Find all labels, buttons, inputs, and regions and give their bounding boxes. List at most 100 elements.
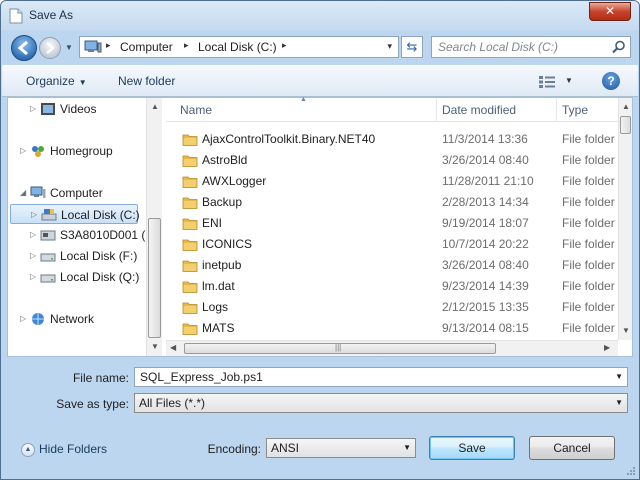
homegroup-icon xyxy=(32,146,44,157)
refresh-button[interactable]: ⇆ xyxy=(401,36,423,58)
encoding-label: Encoding: xyxy=(207,442,261,456)
nav-item-label: Computer xyxy=(50,186,103,200)
table-row[interactable]: AWXLogger 11/28/2011 21:10 File folder xyxy=(166,171,618,192)
file-name-input[interactable] xyxy=(135,368,609,386)
file-date-modified: 3/26/2014 08:40 xyxy=(442,153,529,167)
nav-item-computer[interactable]: ◢ Computer xyxy=(8,183,148,203)
file-list-scroll-thumb[interactable] xyxy=(620,116,631,134)
scroll-down-icon[interactable]: ▼ xyxy=(151,342,159,351)
save-button[interactable]: Save xyxy=(429,436,515,460)
folder-icon xyxy=(182,155,198,167)
table-row[interactable]: ENI 9/19/2014 18:07 File folder xyxy=(166,213,618,234)
nav-item-videos[interactable]: ▷ Videos xyxy=(8,99,148,119)
file-type: File folder xyxy=(562,216,615,230)
expand-arrow-icon[interactable]: ▷ xyxy=(30,99,36,119)
scroll-up-icon[interactable]: ▲ xyxy=(622,102,630,111)
breadcrumb-computer[interactable]: Computer xyxy=(120,40,173,54)
table-row[interactable]: Backup 2/28/2013 14:34 File folder xyxy=(166,192,618,213)
organize-button[interactable]: Organize ▼ xyxy=(26,74,87,88)
file-date-modified: 9/23/2014 14:39 xyxy=(442,279,529,293)
column-divider[interactable] xyxy=(436,98,437,122)
chevron-down-icon[interactable]: ▼ xyxy=(615,372,623,381)
nav-item-label: Videos xyxy=(60,102,97,116)
table-row[interactable]: AstroBld 3/26/2014 08:40 File folder xyxy=(166,150,618,171)
resize-grip-icon[interactable] xyxy=(626,466,636,476)
nav-item-network[interactable]: ▷ Network xyxy=(8,309,148,329)
nav-item-local-disk-f[interactable]: ▷ Local Disk (F:) xyxy=(8,246,148,266)
computer-icon xyxy=(30,186,46,198)
chevron-down-icon[interactable]: ▼ xyxy=(615,398,623,407)
column-header-type[interactable]: Type xyxy=(562,103,588,117)
breadcrumb-separator[interactable]: ▸ xyxy=(282,40,287,51)
encoding-select[interactable]: ANSI ▼ xyxy=(266,438,416,458)
folder-icon xyxy=(182,281,198,293)
cancel-button[interactable]: Cancel xyxy=(529,436,615,460)
forward-button[interactable] xyxy=(39,37,61,59)
folder-icon xyxy=(182,239,198,251)
expand-arrow-icon[interactable]: ▷ xyxy=(20,309,26,329)
scroll-down-icon[interactable]: ▼ xyxy=(622,326,630,335)
document-icon xyxy=(9,8,23,24)
column-header-name[interactable]: Name xyxy=(180,103,212,117)
file-name-combo[interactable]: ▼ xyxy=(134,367,628,387)
breadcrumb-separator[interactable]: ▸ xyxy=(106,40,111,51)
nav-item-local-disk-c[interactable]: ▷ Local Disk (C:) xyxy=(10,204,140,225)
address-dropdown-icon[interactable]: ▾ xyxy=(387,41,392,52)
table-row[interactable]: Logs 2/12/2015 13:35 File folder xyxy=(166,297,618,318)
change-view-icon[interactable] xyxy=(538,75,556,89)
search-icon xyxy=(612,40,625,54)
file-name: inetpub xyxy=(202,258,242,272)
search-box[interactable] xyxy=(431,36,631,58)
nav-scrollbar[interactable]: ▲ ▼ xyxy=(146,98,162,356)
file-type: File folder xyxy=(562,132,615,146)
scroll-left-icon[interactable]: ◀ xyxy=(170,343,176,352)
table-row[interactable]: AjaxControlToolkit.Binary.NET40 11/3/2014… xyxy=(166,129,618,150)
new-folder-button[interactable]: New folder xyxy=(118,74,175,88)
search-input[interactable] xyxy=(432,37,608,57)
close-button[interactable]: ✕ xyxy=(589,2,631,21)
column-header-date[interactable]: Date modified xyxy=(442,103,516,117)
address-bar[interactable]: ▸ Computer ▸ Local Disk (C:) ▸ ▾ xyxy=(79,36,399,58)
expand-arrow-icon[interactable]: ▷ xyxy=(30,225,36,245)
file-type: File folder xyxy=(562,321,615,335)
file-type: File folder xyxy=(562,258,615,272)
file-date-modified: 9/19/2014 18:07 xyxy=(442,216,529,230)
help-icon[interactable]: ? xyxy=(602,72,620,90)
nav-item-label: Homegroup xyxy=(50,144,113,158)
collapse-up-icon: ▲ xyxy=(21,442,35,457)
nav-scroll-thumb[interactable] xyxy=(148,218,161,338)
scroll-up-icon[interactable]: ▲ xyxy=(151,102,159,111)
file-type: File folder xyxy=(562,195,615,209)
collapse-arrow-icon[interactable]: ◢ xyxy=(20,183,26,203)
column-divider[interactable] xyxy=(556,98,557,122)
table-row[interactable]: ICONICS 10/7/2014 20:22 File folder xyxy=(166,234,618,255)
nav-item-removable-e[interactable]: ▷ S3A8010D001 (E xyxy=(8,225,153,245)
file-date-modified: 9/13/2014 08:15 xyxy=(442,321,529,335)
table-row[interactable]: inetpub 3/26/2014 08:40 File folder xyxy=(166,255,618,276)
nav-item-label: S3A8010D001 (E xyxy=(60,228,154,242)
expand-arrow-icon[interactable]: ▷ xyxy=(31,205,37,225)
breadcrumb-local-disk[interactable]: Local Disk (C:) xyxy=(198,40,277,54)
nav-item-label: Local Disk (Q:) xyxy=(60,270,140,284)
scroll-right-icon[interactable]: ▶ xyxy=(604,343,610,352)
expand-arrow-icon[interactable]: ▷ xyxy=(30,246,36,266)
file-list-horizontal-scrollbar[interactable]: ◀ ||| ▶ xyxy=(166,340,618,356)
expand-arrow-icon[interactable]: ▷ xyxy=(20,141,26,161)
views-dropdown-icon[interactable]: ▼ xyxy=(565,76,573,85)
title-bar[interactable]: Save As ✕ xyxy=(1,1,639,31)
file-list-hscroll-thumb[interactable]: ||| xyxy=(184,343,496,354)
recent-pages-dropdown[interactable]: ▼ xyxy=(65,43,73,52)
table-row[interactable]: lm.dat 9/23/2014 14:39 File folder xyxy=(166,276,618,297)
expand-arrow-icon[interactable]: ▷ xyxy=(30,267,36,287)
nav-item-local-disk-q[interactable]: ▷ Local Disk (Q:) xyxy=(8,267,148,287)
computer-icon xyxy=(84,40,102,53)
removable-drive-icon xyxy=(40,230,56,241)
hide-folders-button[interactable]: ▲ Hide Folders xyxy=(21,442,107,457)
nav-item-homegroup[interactable]: ▷ Homegroup xyxy=(8,141,148,161)
back-button[interactable] xyxy=(11,35,37,61)
file-list-vertical-scrollbar[interactable]: ▲ ▼ xyxy=(618,98,632,340)
save-as-type-select[interactable]: All Files (*.*) ▼ xyxy=(134,393,628,413)
breadcrumb-separator[interactable]: ▸ xyxy=(184,40,189,51)
table-row[interactable]: MATS 9/13/2014 08:15 File folder xyxy=(166,318,618,339)
chevron-down-icon[interactable]: ▼ xyxy=(403,443,411,452)
